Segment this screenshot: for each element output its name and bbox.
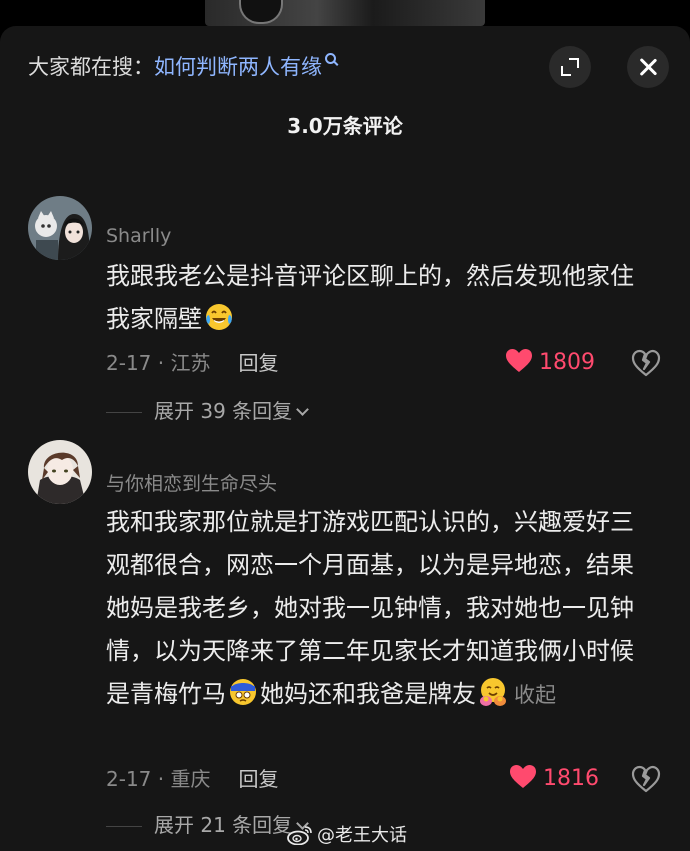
watermark: @老王大话	[287, 821, 407, 847]
comment-text-content-2: 她妈还和我爸是牌友	[260, 680, 476, 708]
weibo-icon	[287, 826, 312, 845]
like-count: 1809	[539, 350, 595, 375]
heart-icon	[506, 349, 532, 372]
trending-search-term[interactable]: 如何判断两人有缘	[154, 55, 322, 79]
hugging-emoji	[480, 678, 506, 706]
divider	[106, 412, 142, 413]
expand-replies-label: 展开 39 条回复	[154, 399, 293, 423]
chevron-down-icon	[296, 403, 310, 416]
like-button[interactable]: 1816	[509, 764, 599, 794]
reply-button[interactable]: 回复	[238, 351, 278, 375]
comment-meta: 2-17 · 江苏 回复	[106, 348, 278, 378]
avatar-image	[28, 440, 92, 504]
broken-heart-icon[interactable]	[631, 765, 661, 793]
comment-username[interactable]: Sharlly	[106, 225, 171, 247]
video-thumbnail	[205, 0, 485, 26]
trending-search-label: 大家都在搜：	[28, 55, 154, 79]
close-icon	[638, 57, 658, 77]
expand-button[interactable]	[549, 46, 591, 88]
comments-sheet: 大家都在搜：如何判断两人有缘 3.0万条评论 Sharlly 我跟我老公是抖音评…	[0, 26, 690, 851]
laugh-cry-emoji	[206, 304, 232, 330]
avatar[interactable]	[28, 440, 92, 504]
avatar-image	[28, 196, 92, 260]
collapse-button[interactable]: 收起	[514, 683, 556, 707]
expand-replies-label: 展开 21 条回复	[154, 813, 293, 837]
like-count: 1816	[543, 766, 599, 791]
comment-text: 我跟我老公是抖音评论区聊上的，然后发现他家住我家隔壁	[106, 255, 646, 341]
comment-date-location: 2-17 · 江苏	[106, 351, 211, 375]
heart-icon	[510, 765, 536, 788]
trending-search[interactable]: 大家都在搜：如何判断两人有缘	[28, 52, 336, 82]
comment-meta: 2-17 · 重庆 回复	[106, 764, 278, 794]
search-icon	[325, 53, 336, 64]
comment-text-content: 我跟我老公是抖音评论区聊上的，然后发现他家住我家隔壁	[106, 262, 634, 333]
comment-date-location: 2-17 · 重庆	[106, 767, 211, 791]
expand-replies-button[interactable]: 展开 39 条回复	[106, 397, 310, 425]
expand-icon	[561, 58, 579, 76]
divider	[106, 826, 142, 827]
expand-replies-button[interactable]: 展开 21 条回复	[106, 811, 310, 839]
avatar[interactable]	[28, 196, 92, 260]
dizzy-face-emoji	[230, 679, 256, 705]
comment-text: 我和我家那位就是打游戏匹配认识的，兴趣爱好三观都很合，网恋一个月面基，以为是异地…	[106, 501, 646, 717]
like-button[interactable]: 1809	[505, 348, 595, 378]
broken-heart-icon[interactable]	[631, 349, 661, 377]
comment-count: 3.0万条评论	[287, 114, 403, 138]
comment-username[interactable]: 与你相恋到生命尽头	[106, 469, 277, 496]
watermark-text: @老王大话	[317, 825, 407, 846]
close-button[interactable]	[627, 46, 669, 88]
reply-button[interactable]: 回复	[238, 767, 278, 791]
comment-text-content: 我和我家那位就是打游戏匹配认识的，兴趣爱好三观都很合，网恋一个月面基，以为是异地…	[106, 508, 634, 708]
